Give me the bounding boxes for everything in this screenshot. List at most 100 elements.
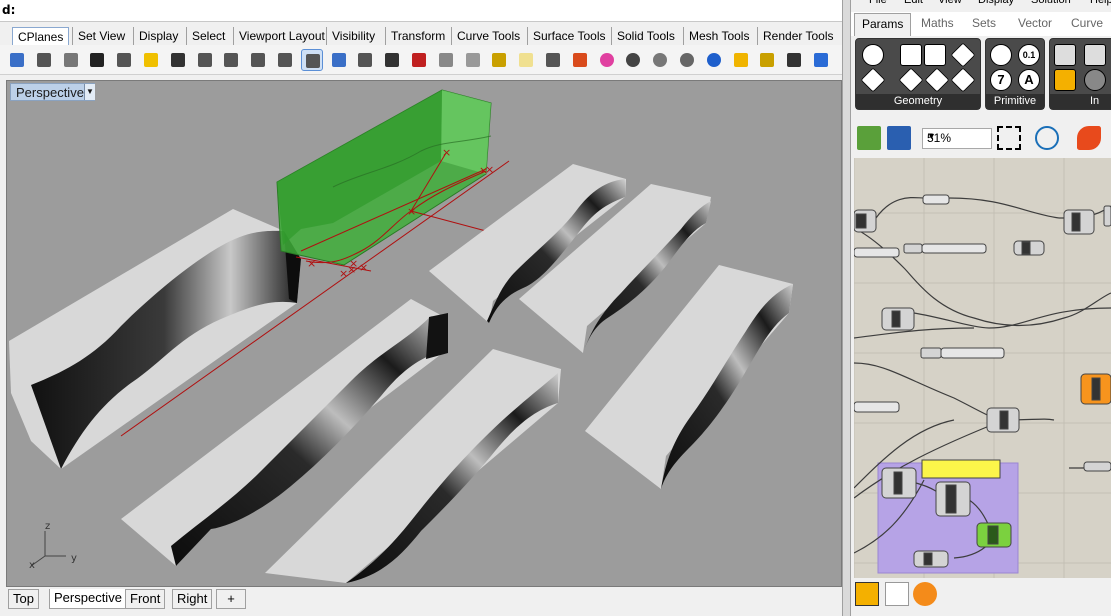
gh-menu-edit[interactable]: Edit bbox=[904, 0, 923, 6]
component-node bbox=[921, 243, 987, 254]
view-tab-right[interactable]: Right bbox=[172, 589, 213, 609]
zoom-extents-icon[interactable] bbox=[997, 126, 1021, 150]
preview-eye-icon[interactable] bbox=[1035, 126, 1059, 150]
dimension-icon[interactable] bbox=[783, 49, 805, 71]
import-icon[interactable] bbox=[60, 49, 82, 71]
delete-icon[interactable] bbox=[862, 44, 884, 66]
svg-text:×: × bbox=[359, 261, 368, 274]
tab-solid-tools[interactable]: Solid Tools bbox=[611, 27, 680, 45]
grasshopper-menu: File Edit View Display Solution Help bbox=[851, 0, 1111, 6]
slider-input-icon[interactable] bbox=[1084, 44, 1106, 66]
tab-viewport-layout[interactable]: Viewport Layout bbox=[233, 27, 330, 45]
tab-render-tools[interactable]: Render Tools bbox=[757, 27, 839, 45]
light-bulb-icon[interactable] bbox=[515, 49, 537, 71]
rendered-sphere-icon[interactable] bbox=[649, 49, 671, 71]
color-wheel-icon[interactable] bbox=[596, 49, 618, 71]
gh-menu-help[interactable]: Help bbox=[1090, 0, 1111, 6]
sketch-brush-icon[interactable] bbox=[1077, 126, 1101, 150]
viewport-title-button[interactable]: Perspective ▼ bbox=[10, 83, 95, 101]
line-param-icon[interactable] bbox=[860, 67, 886, 93]
mesh-param-icon[interactable] bbox=[898, 67, 924, 93]
data-input-icon[interactable] bbox=[1054, 44, 1076, 66]
select-arrow-icon[interactable] bbox=[730, 49, 752, 71]
brep-param-icon[interactable] bbox=[950, 67, 976, 93]
gh-tab-vector[interactable]: Vector bbox=[1018, 16, 1052, 30]
gh-menu-view[interactable]: View bbox=[938, 0, 962, 6]
save-icon[interactable] bbox=[6, 49, 28, 71]
text-param-icon[interactable]: A bbox=[1018, 69, 1040, 91]
perspective-viewport[interactable]: × × × × × × × × × z y x Perspective ▼ bbox=[6, 80, 842, 587]
command-line[interactable]: d: bbox=[0, 0, 842, 22]
add-view-tab-icon[interactable]: + bbox=[216, 589, 246, 609]
view-tab-perspective[interactable]: Perspective bbox=[49, 589, 127, 609]
object-snap-icon[interactable] bbox=[488, 49, 510, 71]
move-view-icon[interactable] bbox=[220, 49, 242, 71]
zoom-level-select[interactable]: 51% ▼ bbox=[922, 128, 992, 149]
tab-select[interactable]: Select bbox=[186, 27, 230, 45]
copy-icon[interactable] bbox=[113, 49, 135, 71]
number-param-icon[interactable]: 0.1 bbox=[1018, 44, 1040, 66]
tab-transform[interactable]: Transform bbox=[385, 27, 450, 45]
graph-mapper-icon[interactable] bbox=[1054, 69, 1076, 91]
named-cplane-icon[interactable] bbox=[435, 49, 457, 71]
tab-set-view[interactable]: Set View bbox=[72, 27, 130, 45]
gear-icon[interactable] bbox=[756, 49, 778, 71]
tab-surface-tools[interactable]: Surface Tools bbox=[527, 27, 611, 45]
material-status-icon[interactable] bbox=[913, 582, 937, 606]
tab-mesh-tools[interactable]: Mesh Tools bbox=[683, 27, 754, 45]
circle-param-icon[interactable] bbox=[900, 44, 922, 66]
shaded-sphere-icon[interactable] bbox=[622, 49, 644, 71]
view-tab-top[interactable]: Top bbox=[8, 589, 39, 609]
command-prompt: d: bbox=[2, 3, 16, 17]
pan-hand-icon[interactable] bbox=[194, 49, 216, 71]
knob-input-icon[interactable] bbox=[1084, 69, 1106, 91]
gh-menu-display[interactable]: Display bbox=[978, 0, 1014, 6]
curve-status-icon[interactable] bbox=[885, 582, 909, 606]
open-file-icon[interactable] bbox=[857, 126, 881, 150]
tab-display[interactable]: Display bbox=[133, 27, 183, 45]
integer-param-icon[interactable]: 7 bbox=[990, 69, 1012, 91]
tab-curve-tools[interactable]: Curve Tools bbox=[451, 27, 525, 45]
component-ribbon: Geometry 0.1 7 A Primitive In bbox=[851, 36, 1111, 114]
curve-param-icon[interactable] bbox=[924, 44, 946, 66]
view-tab-front[interactable]: Front bbox=[125, 589, 166, 609]
gh-menu-solution[interactable]: Solution bbox=[1031, 0, 1071, 6]
blue-sphere-icon[interactable] bbox=[703, 49, 725, 71]
tab-cplanes[interactable]: CPlanes bbox=[12, 27, 70, 45]
green-selected-solid[interactable] bbox=[276, 89, 492, 266]
zoom-icon[interactable] bbox=[247, 49, 269, 71]
gh-menu-file[interactable]: File bbox=[869, 0, 887, 6]
gh-tab-curve[interactable]: Curve bbox=[1071, 16, 1103, 30]
graph-mapper-status-icon[interactable] bbox=[855, 582, 879, 606]
zoom-selected-icon[interactable] bbox=[328, 49, 350, 71]
component-node bbox=[1083, 461, 1111, 472]
axis-label-y: y bbox=[71, 553, 77, 564]
boolean-param-icon[interactable] bbox=[990, 44, 1012, 66]
zoom-extents-icon[interactable] bbox=[300, 49, 323, 71]
gh-tab-sets[interactable]: Sets bbox=[972, 16, 996, 30]
help-icon[interactable] bbox=[810, 49, 832, 71]
main-toolbar bbox=[0, 45, 842, 75]
layer-icon[interactable] bbox=[569, 49, 591, 71]
zoom-window-icon[interactable] bbox=[274, 49, 296, 71]
cut-icon[interactable] bbox=[86, 49, 108, 71]
undo-icon[interactable] bbox=[167, 49, 189, 71]
gh-tab-maths[interactable]: Maths bbox=[921, 16, 954, 30]
four-view-icon[interactable] bbox=[381, 49, 403, 71]
save-file-icon[interactable] bbox=[887, 126, 911, 150]
panel-splitter[interactable] bbox=[842, 0, 851, 616]
lock-icon[interactable] bbox=[542, 49, 564, 71]
grasshopper-canvas[interactable] bbox=[854, 158, 1111, 578]
car-icon[interactable] bbox=[408, 49, 430, 71]
cplane-icon[interactable] bbox=[462, 49, 484, 71]
axis-gizmo bbox=[30, 531, 66, 567]
tab-visibility[interactable]: Visibility bbox=[326, 27, 380, 45]
paste-icon[interactable] bbox=[140, 49, 162, 71]
rotate-view-icon[interactable] bbox=[354, 49, 376, 71]
render-sphere-icon[interactable] bbox=[676, 49, 698, 71]
print-icon[interactable] bbox=[33, 49, 55, 71]
point-param-icon[interactable] bbox=[924, 67, 950, 93]
viewport-menu-dropdown-icon[interactable]: ▼ bbox=[84, 84, 95, 100]
surface-param-icon[interactable] bbox=[950, 42, 976, 68]
gh-tab-params[interactable]: Params bbox=[854, 13, 912, 36]
